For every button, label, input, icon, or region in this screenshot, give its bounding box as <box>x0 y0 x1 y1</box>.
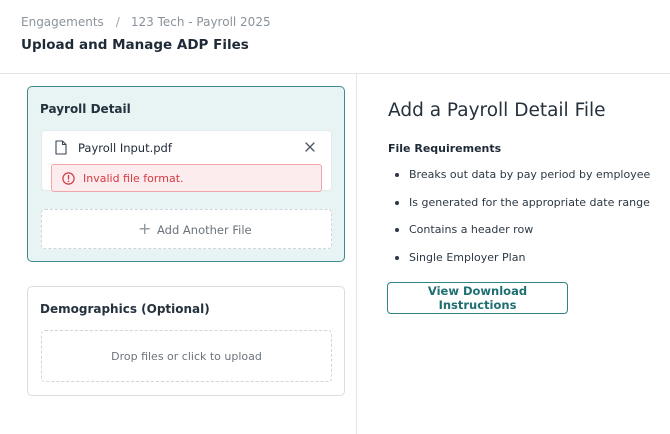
page-title: Upload and Manage ADP Files <box>21 37 249 53</box>
requirements-list: Breaks out data by pay period by employe… <box>395 168 650 278</box>
add-another-file-button[interactable]: + Add Another File <box>41 209 332 249</box>
uploaded-file-item: Payroll Input.pdf Invalid file format. <box>41 130 332 192</box>
alert-circle-icon <box>62 172 75 185</box>
add-another-file-label: Add Another File <box>157 223 252 237</box>
demographics-title: Demographics (Optional) <box>40 302 210 316</box>
breadcrumb-separator: / <box>115 15 120 29</box>
file-dropzone[interactable]: Drop files or click to upload <box>41 330 332 382</box>
file-name: Payroll Input.pdf <box>78 141 172 155</box>
breadcrumb-engagements[interactable]: Engagements <box>21 15 104 29</box>
panel-divider <box>356 74 357 434</box>
file-error-alert: Invalid file format. <box>51 164 322 192</box>
error-message: Invalid file format. <box>83 172 184 185</box>
file-icon <box>55 140 67 155</box>
breadcrumb: Engagements / 123 Tech - Payroll 2025 <box>21 15 271 29</box>
payroll-detail-title: Payroll Detail <box>40 102 131 116</box>
dropzone-label: Drop files or click to upload <box>111 350 262 363</box>
breadcrumb-engagement-name[interactable]: 123 Tech - Payroll 2025 <box>131 15 271 29</box>
demographics-card[interactable]: Demographics (Optional) Drop files or cl… <box>27 286 345 396</box>
payroll-detail-card[interactable]: Payroll Detail Payroll Input.pdf Invalid… <box>27 86 345 262</box>
page-header: Engagements / 123 Tech - Payroll 2025 Up… <box>0 0 670 74</box>
requirement-item: Breaks out data by pay period by employe… <box>395 168 650 196</box>
requirement-item: Is generated for the appropriate date ra… <box>395 196 650 224</box>
close-icon[interactable] <box>303 140 317 154</box>
view-download-instructions-button[interactable]: View Download Instructions <box>387 282 568 314</box>
requirements-heading: File Requirements <box>388 142 502 155</box>
info-panel-title: Add a Payroll Detail File <box>388 100 606 121</box>
plus-icon: + <box>138 219 152 238</box>
requirement-item: Single Employer Plan <box>395 251 650 279</box>
requirement-item: Contains a header row <box>395 223 650 251</box>
